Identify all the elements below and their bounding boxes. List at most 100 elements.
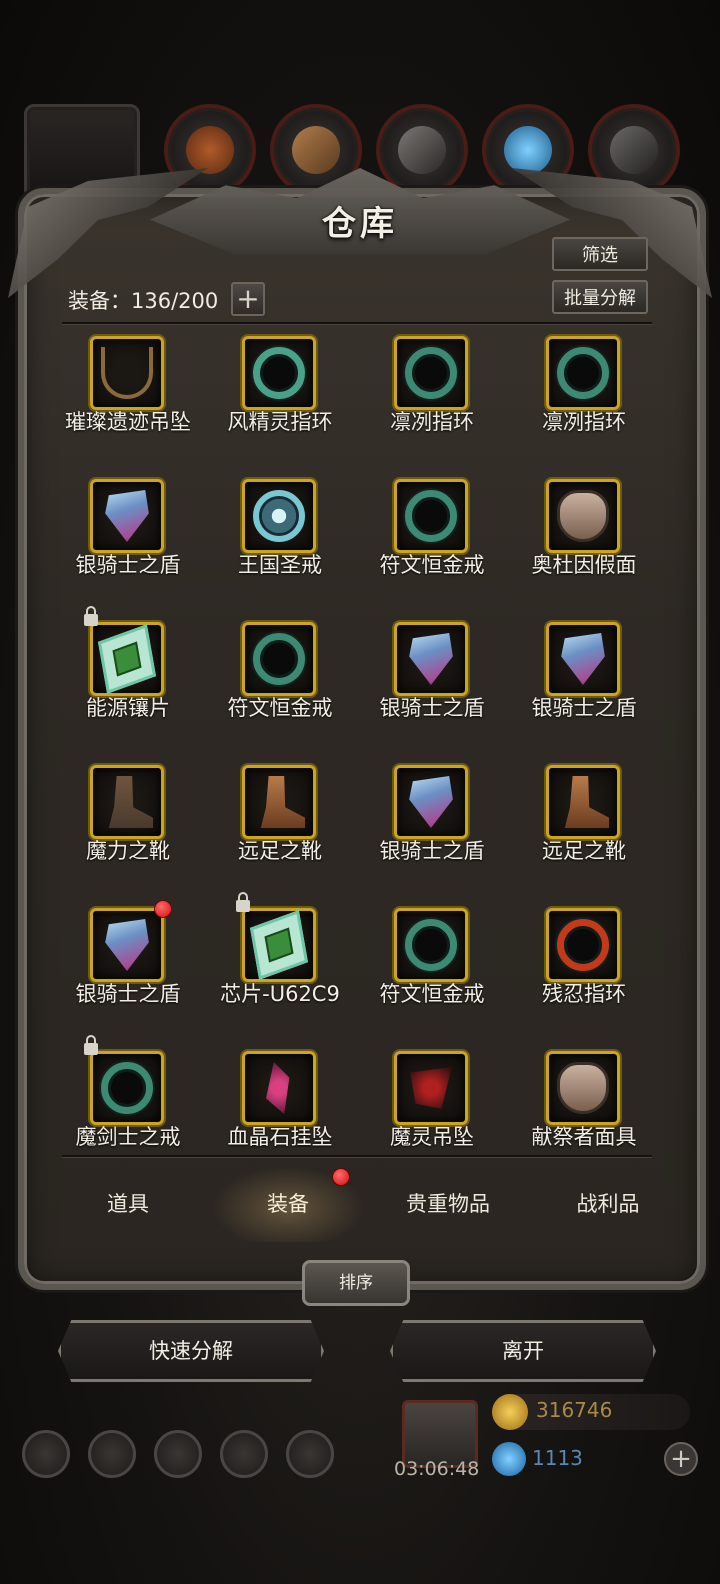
item-slot[interactable]: 符文恒金戒 <box>356 473 508 615</box>
tab-loot[interactable]: 战利品 <box>532 1166 684 1242</box>
item-slot[interactable]: 能源镶片 <box>52 606 204 758</box>
filter-button[interactable]: 筛选 <box>552 237 648 271</box>
item-frame <box>546 622 620 696</box>
red-ring-icon <box>557 919 609 971</box>
item-frame <box>90 622 164 696</box>
item-slot[interactable]: 远足之靴 <box>204 759 356 901</box>
necklace-icon <box>101 347 153 399</box>
item-slot[interactable]: 芯片-U62C9 <box>204 892 356 1044</box>
item-frame <box>394 336 468 410</box>
item-frame <box>546 336 620 410</box>
lock-icon <box>84 606 98 626</box>
item-name: 远足之靴 <box>542 839 626 863</box>
item-frame <box>90 1051 164 1125</box>
gift-timer: 03:06:48 <box>394 1458 480 1480</box>
shield-icon <box>409 633 453 685</box>
item-frame <box>394 765 468 839</box>
item-name: 符文恒金戒 <box>379 982 485 1006</box>
item-frame <box>242 1051 316 1125</box>
item-slot[interactable]: 璀璨遗迹吊坠 <box>52 330 204 472</box>
item-frame <box>90 479 164 553</box>
shield-icon <box>409 776 453 828</box>
gear-category-icon[interactable] <box>376 104 468 196</box>
ring-icon <box>405 490 457 542</box>
skill-icon[interactable] <box>286 1430 334 1478</box>
shield-icon <box>105 490 149 542</box>
ring-icon <box>557 347 609 399</box>
shield-icon <box>105 919 149 971</box>
batch-disassemble-button[interactable]: 批量分解 <box>552 280 648 314</box>
expand-capacity-button[interactable]: + <box>231 282 265 316</box>
item-frame <box>546 765 620 839</box>
ring-icon <box>405 347 457 399</box>
item-name: 远足之靴 <box>238 839 322 863</box>
item-slot[interactable]: 符文恒金戒 <box>204 616 356 758</box>
ring-icon <box>253 633 305 685</box>
item-slot[interactable]: 符文恒金戒 <box>356 902 508 1044</box>
dark-pendant-icon <box>410 1067 452 1109</box>
item-name: 璀璨遗迹吊坠 <box>65 410 191 434</box>
lock-icon <box>236 892 250 912</box>
gold-coin-icon <box>492 1394 528 1430</box>
item-frame <box>242 908 316 982</box>
new-badge-dot <box>154 900 172 918</box>
item-frame <box>242 336 316 410</box>
item-name: 银骑士之盾 <box>379 696 485 720</box>
quick-disassemble-button[interactable]: 快速分解 <box>58 1320 324 1382</box>
boots-icon <box>108 776 153 828</box>
mail-icon[interactable] <box>220 1430 268 1478</box>
sort-button[interactable]: 排序 <box>302 1260 410 1306</box>
item-frame <box>394 908 468 982</box>
item-frame <box>546 1051 620 1125</box>
item-name: 魔灵吊坠 <box>390 1125 474 1149</box>
item-slot[interactable]: 凛冽指环 <box>508 330 660 472</box>
item-slot[interactable]: 风精灵指环 <box>204 330 356 472</box>
item-frame <box>90 336 164 410</box>
item-slot[interactable]: 银骑士之盾 <box>356 759 508 901</box>
leave-button[interactable]: 离开 <box>390 1320 656 1382</box>
item-name: 凛冽指环 <box>542 410 626 434</box>
item-name: 符文恒金戒 <box>379 553 485 577</box>
holy-ring-icon <box>253 490 305 542</box>
settings-gear-icon[interactable] <box>22 1430 70 1478</box>
boots-icon <box>564 776 609 828</box>
item-slot[interactable]: 银骑士之盾 <box>52 900 204 1044</box>
item-frame <box>394 479 468 553</box>
item-slot[interactable]: 魔力之靴 <box>52 759 204 901</box>
item-name: 血晶石挂坠 <box>227 1125 333 1149</box>
item-slot[interactable]: 银骑士之盾 <box>52 473 204 615</box>
item-name: 能源镶片 <box>86 696 170 720</box>
item-name: 银骑士之盾 <box>379 839 485 863</box>
item-name: 奥杜因假面 <box>531 553 637 577</box>
gem-amount: 1113 <box>532 1446 583 1470</box>
item-slot[interactable]: 银骑士之盾 <box>508 616 660 758</box>
item-slot[interactable]: 银骑士之盾 <box>356 616 508 758</box>
item-frame <box>546 479 620 553</box>
item-slot[interactable]: 残忍指环 <box>508 902 660 1044</box>
shield-icon <box>561 633 605 685</box>
chip-icon <box>97 624 157 694</box>
mask-icon <box>557 490 609 542</box>
item-frame <box>546 908 620 982</box>
item-name: 魔力之靴 <box>86 839 170 863</box>
item-slot[interactable]: 凛冽指环 <box>356 330 508 472</box>
guild-icon[interactable] <box>154 1430 202 1478</box>
pendant-icon <box>266 1062 290 1114</box>
tab-valuables[interactable]: 贵重物品 <box>372 1166 524 1242</box>
boots-icon <box>260 776 305 828</box>
item-slot[interactable]: 王国圣戒 <box>204 473 356 615</box>
item-slot[interactable]: 远足之靴 <box>508 759 660 901</box>
capacity-label: 装备：136/200 <box>68 289 219 313</box>
item-name: 凛冽指环 <box>390 410 474 434</box>
item-frame <box>394 622 468 696</box>
achievement-star-icon[interactable] <box>88 1430 136 1478</box>
item-slot[interactable]: 奥杜因假面 <box>508 473 660 615</box>
mask-icon <box>557 1062 609 1114</box>
add-currency-button[interactable]: + <box>664 1442 698 1476</box>
item-frame <box>90 765 164 839</box>
tab-items[interactable]: 道具 <box>52 1166 204 1242</box>
item-name: 风精灵指环 <box>227 410 333 434</box>
gem-icon <box>492 1442 526 1476</box>
tab-bar: 道具 装备 贵重物品 战利品 <box>52 1166 662 1242</box>
chip-icon <box>249 910 309 980</box>
